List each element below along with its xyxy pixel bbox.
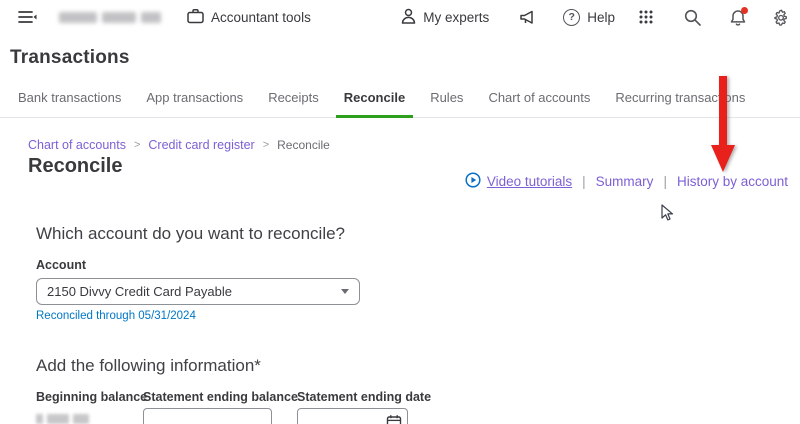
statement-ending-date-column: Statement ending date: [297, 376, 409, 424]
breadcrumb-credit-card-register[interactable]: Credit card register: [148, 138, 254, 152]
video-tutorials-label: Video tutorials: [487, 174, 572, 189]
red-annotation-arrow: [705, 74, 741, 176]
info-section-heading: Add the following information*: [36, 356, 800, 376]
history-by-account-link[interactable]: History by account: [677, 174, 788, 189]
top-navigation-bar: Accountant tools My experts: [0, 0, 800, 30]
transactions-tab-bar: Bank transactions App transactions Recei…: [0, 90, 800, 118]
summary-link[interactable]: Summary: [596, 174, 654, 189]
mouse-cursor: [661, 204, 675, 222]
beginning-balance-label: Beginning balance: [36, 390, 143, 404]
statement-ending-balance-label: Statement ending balance: [143, 390, 297, 404]
tab-bank-transactions[interactable]: Bank transactions: [10, 90, 129, 118]
accountant-tools-button[interactable]: Accountant tools: [187, 8, 311, 27]
chevron-down-icon: [341, 289, 349, 294]
collapse-menu-icon[interactable]: [18, 10, 37, 24]
account-field-label: Account: [36, 258, 800, 272]
breadcrumb-separator: >: [134, 139, 140, 151]
beginning-balance-column: Beginning balance: [36, 376, 143, 424]
account-dropdown[interactable]: 2150 Divvy Credit Card Payable: [36, 278, 360, 305]
breadcrumb-chart-of-accounts[interactable]: Chart of accounts: [28, 138, 126, 152]
play-circle-icon: [465, 172, 481, 191]
tab-rules[interactable]: Rules: [422, 90, 471, 118]
help-button[interactable]: ? Help: [563, 9, 615, 26]
account-section-heading: Which account do you want to reconcile?: [36, 224, 800, 244]
settings-gear-icon[interactable]: [773, 9, 790, 26]
statement-ending-date-field: [297, 408, 408, 424]
my-experts-button[interactable]: My experts: [401, 8, 489, 27]
tab-chart-of-accounts[interactable]: Chart of accounts: [480, 90, 598, 118]
tab-receipts[interactable]: Receipts: [260, 90, 327, 118]
link-separator: |: [582, 174, 586, 189]
topbar-left: Accountant tools: [18, 8, 311, 27]
megaphone-icon[interactable]: [519, 10, 536, 25]
breadcrumb: Chart of accounts > Credit card register…: [28, 138, 800, 152]
calendar-icon[interactable]: [386, 414, 402, 424]
info-fields-row: Beginning balance Statement ending balan…: [36, 376, 800, 424]
breadcrumb-current: Reconcile: [277, 138, 330, 152]
statement-ending-balance-column: Statement ending balance: [143, 376, 297, 424]
briefcase-icon: [187, 8, 204, 27]
my-experts-label: My experts: [423, 10, 489, 25]
accountant-tools-label: Accountant tools: [211, 10, 311, 25]
video-tutorials-link[interactable]: Video tutorials: [465, 172, 572, 191]
tab-app-transactions[interactable]: App transactions: [138, 90, 251, 118]
apps-grid-icon[interactable]: [639, 10, 653, 24]
link-separator: |: [663, 174, 667, 189]
notifications-bell-icon[interactable]: [730, 9, 746, 26]
company-name-redacted[interactable]: [59, 12, 161, 23]
topbar-right: My experts ? Help: [401, 8, 790, 27]
person-icon: [401, 8, 416, 27]
reconciled-through-link[interactable]: Reconciled through 05/31/2024: [36, 310, 800, 322]
account-dropdown-value: 2150 Divvy Credit Card Payable: [47, 284, 232, 299]
beginning-balance-value-redacted: [36, 414, 143, 424]
statement-ending-balance-input[interactable]: [143, 408, 272, 424]
info-section: Add the following information* Beginning…: [36, 356, 800, 424]
tab-reconcile[interactable]: Reconcile: [336, 90, 413, 118]
main-content: Which account do you want to reconcile? …: [0, 224, 800, 424]
help-icon: ?: [563, 9, 580, 26]
search-icon[interactable]: [684, 9, 701, 26]
page-section-title: Transactions: [10, 47, 800, 69]
quickbooks-reconcile-page: Accountant tools My experts: [0, 0, 800, 424]
statement-ending-date-label: Statement ending date: [297, 390, 409, 404]
notification-dot: [741, 7, 748, 14]
help-label: Help: [587, 10, 615, 25]
account-section: Which account do you want to reconcile? …: [36, 224, 800, 322]
breadcrumb-separator: >: [263, 139, 269, 151]
